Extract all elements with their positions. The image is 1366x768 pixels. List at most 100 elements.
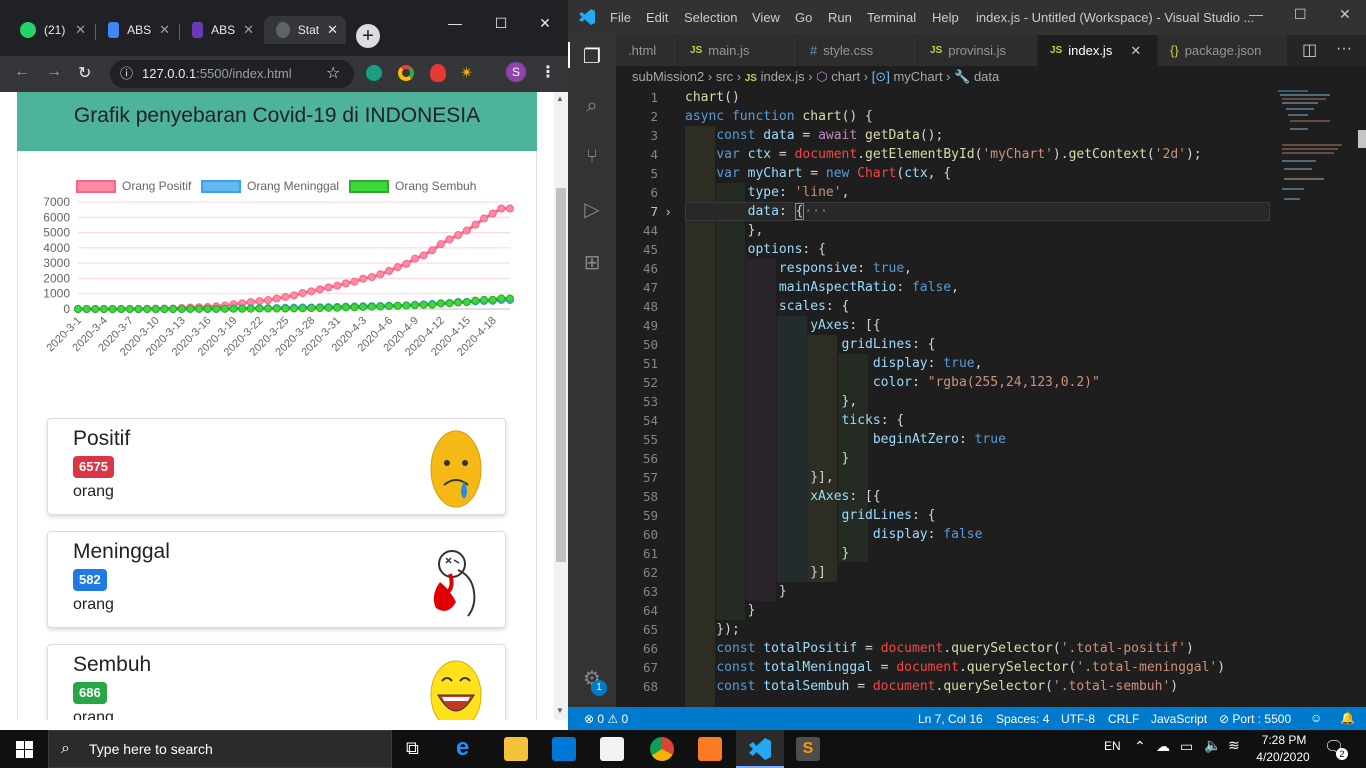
code-line: beginAtZero: true	[685, 430, 1006, 449]
breadcrumb-item[interactable]: myChart	[893, 69, 942, 84]
code-line: }	[685, 544, 849, 563]
y-tick-label: 3000	[43, 256, 70, 270]
editor-scrollbar[interactable]	[1352, 88, 1366, 707]
data-point	[100, 306, 107, 313]
data-point	[481, 215, 488, 222]
tab-style-css[interactable]: # style.css	[798, 35, 918, 66]
taskbar-search[interactable]: ⌕ Type here to search	[48, 730, 392, 768]
tab-index-html[interactable]: .html	[616, 35, 678, 66]
vscode-close-button[interactable]: ✕	[1339, 6, 1351, 23]
clock-time[interactable]: 7:28 PM	[1258, 733, 1310, 747]
vscode-maximize-button[interactable]: ☐	[1294, 6, 1307, 23]
data-point	[420, 252, 427, 259]
task-view-icon[interactable]: ⧉	[406, 738, 419, 759]
clock-date[interactable]: 4/20/2020	[1252, 750, 1314, 764]
encoding[interactable]: UTF-8	[1061, 712, 1095, 726]
code-line: }	[685, 582, 787, 601]
line-number: 52	[616, 373, 658, 392]
xampp-icon[interactable]	[698, 737, 722, 761]
menu-go[interactable]: Go	[795, 10, 812, 25]
menu-help[interactable]: Help	[932, 10, 959, 25]
extensions-icon[interactable]: ⊞	[580, 250, 604, 274]
onedrive-cloud-icon[interactable]: ☁	[1156, 738, 1170, 755]
data-point	[386, 267, 393, 274]
indentation[interactable]: Spaces: 4	[996, 712, 1049, 726]
file-explorer-icon[interactable]	[504, 737, 528, 761]
data-point	[187, 305, 194, 312]
data-point	[265, 297, 272, 304]
breadcrumb-item[interactable]: index.js	[761, 69, 805, 84]
vscode-taskbar-icon[interactable]	[748, 737, 772, 761]
breadcrumb-item[interactable]: data	[974, 69, 999, 84]
mail-icon[interactable]	[552, 737, 576, 761]
edge-browser-icon[interactable]: e	[456, 734, 469, 762]
data-point	[221, 305, 228, 312]
battery-icon[interactable]: ▭	[1180, 738, 1193, 755]
menu-file[interactable]: File	[610, 10, 631, 25]
breadcrumb-item[interactable]: subMission2	[632, 69, 704, 84]
menu-terminal[interactable]: Terminal	[867, 10, 916, 25]
data-point	[420, 301, 427, 308]
menu-selection[interactable]: Selection	[684, 10, 737, 25]
code-line: },	[685, 221, 763, 240]
split-editor-icon[interactable]: ◫	[1302, 40, 1317, 60]
scrollbar-thumb[interactable]	[1358, 130, 1366, 148]
menu-view[interactable]: View	[752, 10, 780, 25]
tab-package-json[interactable]: {} package.json	[1158, 35, 1288, 66]
scrollbar-thumb[interactable]	[556, 188, 566, 562]
code-line: options: {	[685, 240, 826, 259]
language-indicator[interactable]: EN	[1104, 739, 1121, 753]
line-number: 49	[616, 316, 658, 335]
breadcrumb-item[interactable]: src	[716, 69, 733, 84]
menu-edit[interactable]: Edit	[646, 10, 668, 25]
data-point	[342, 304, 349, 311]
tab-main-js[interactable]: JS main.js	[678, 35, 798, 66]
line-number: 60	[616, 525, 658, 544]
more-actions-icon[interactable]: ···	[1336, 40, 1352, 58]
tab-index-js[interactable]: JS index.js ✕	[1038, 35, 1158, 66]
data-point	[437, 241, 444, 248]
wifi-icon[interactable]: ≋	[1228, 737, 1240, 754]
line-number: 59	[616, 506, 658, 525]
js-file-icon: JS	[690, 45, 702, 56]
menu-run[interactable]: Run	[828, 10, 852, 25]
breadcrumb-item[interactable]: chart	[831, 69, 860, 84]
search-icon[interactable]: ⌕	[580, 95, 604, 119]
run-debug-icon[interactable]: ▷	[580, 197, 604, 221]
code-line: ticks: {	[685, 411, 904, 430]
code-line: }	[685, 601, 755, 620]
problems-indicator[interactable]: ⊗ 0 ⚠ 0	[584, 712, 628, 726]
data-point	[299, 305, 306, 312]
feedback-icon[interactable]: ☺	[1310, 711, 1322, 725]
tab-provinsi-js[interactable]: JS provinsi.js	[918, 35, 1038, 66]
line-number: 47	[616, 278, 658, 297]
notifications-bell-icon[interactable]: 🔔	[1340, 711, 1355, 725]
data-point	[282, 305, 289, 312]
scroll-up-arrow[interactable]: ▲	[556, 94, 564, 103]
live-server-port[interactable]: ⊘ Port : 5500	[1219, 712, 1291, 726]
close-icon[interactable]: ✕	[1130, 43, 1141, 59]
language-mode[interactable]: JavaScript	[1151, 712, 1207, 726]
explorer-icon[interactable]: ❐	[580, 44, 604, 68]
scroll-down-arrow[interactable]: ▼	[556, 706, 564, 715]
minimap[interactable]	[1270, 88, 1352, 707]
line-number: 4	[616, 145, 658, 164]
sublime-text-icon[interactable]: S	[796, 737, 820, 761]
card-unit: orang	[73, 596, 114, 614]
search-icon: ⌕	[61, 731, 70, 767]
store-icon[interactable]	[600, 737, 624, 761]
cursor-position[interactable]: Ln 7, Col 16	[918, 712, 983, 726]
source-control-icon[interactable]: ⑂	[580, 146, 604, 170]
chrome-icon[interactable]	[650, 737, 674, 761]
card-meninggal: Meninggal 582 orang	[47, 531, 506, 628]
windows-start-icon[interactable]	[16, 741, 33, 758]
data-point	[230, 305, 237, 312]
vscode-minimize-button[interactable]: —	[1249, 6, 1263, 22]
data-point	[213, 305, 220, 312]
end-of-line[interactable]: CRLF	[1108, 712, 1139, 726]
data-point	[498, 205, 505, 212]
volume-icon[interactable]: 🔈	[1204, 737, 1221, 754]
tray-chevron-up-icon[interactable]: ⌃	[1134, 738, 1146, 755]
fold-chevron-icon[interactable]: ›	[666, 204, 670, 219]
data-point	[135, 306, 142, 313]
